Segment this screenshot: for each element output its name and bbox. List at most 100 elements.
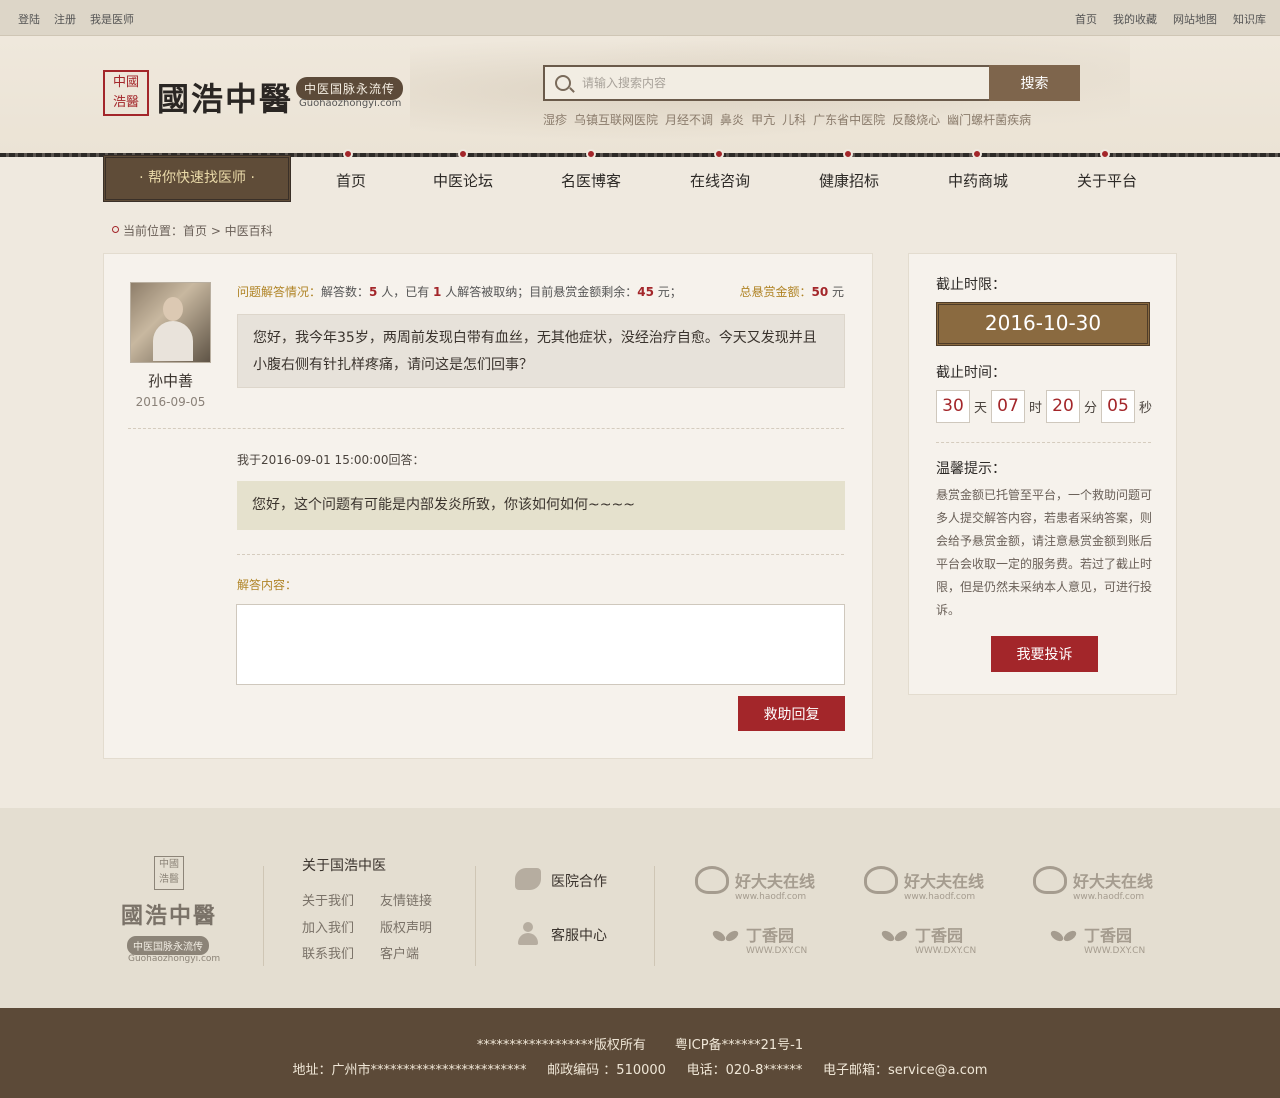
dxy-logo-icon	[712, 924, 740, 948]
nav-dot	[586, 149, 596, 159]
total-reward: 总悬赏金额：50 元	[739, 285, 844, 299]
avatar[interactable]	[130, 282, 211, 363]
partner-dxy[interactable]: 丁香园 WWW.DXY.CN	[746, 922, 807, 956]
search-icon	[555, 75, 571, 91]
customer-service-icon	[515, 922, 541, 945]
answer-input[interactable]	[236, 604, 845, 685]
hot-word[interactable]: 儿科	[782, 111, 806, 128]
nav-item-shop[interactable]: 中药商城	[948, 170, 1008, 191]
hot-word[interactable]: 湿疹	[543, 111, 567, 128]
copyright-text: ******************版权所有 粤ICP备******21号-1	[476, 1038, 804, 1053]
footer-about-title: 关于国浩中医	[302, 858, 386, 874]
search-input[interactable]	[582, 71, 982, 95]
time-label: 截止时间：	[936, 365, 1006, 381]
logo-seal[interactable]: 中國 浩醫	[103, 70, 149, 116]
countdown: 30 天 07 时 20 分 05 秒	[936, 390, 1156, 423]
hot-word[interactable]: 鼻炎	[720, 111, 744, 128]
question-text: 您好，我今年35岁，两周前发现白带有血丝，无其他症状，没经治疗自愈。今天又发现并…	[237, 314, 845, 388]
nav-item-home[interactable]: 首页	[336, 170, 366, 191]
handshake-icon	[515, 868, 541, 890]
remaining-reward: 45	[637, 285, 654, 299]
footer-brand: 國浩中醫	[121, 903, 218, 929]
countdown-minutes: 20	[1046, 390, 1080, 423]
footer-link-join[interactable]: 加入我们	[302, 917, 354, 936]
footer-link-about[interactable]: 关于我们	[302, 890, 354, 909]
partner-haodf[interactable]: 好大夫在线 www.haodf.com	[904, 868, 984, 902]
partner-dxy[interactable]: 丁香园 WWW.DXY.CN	[915, 922, 976, 956]
customer-service-link[interactable]: 客服中心	[551, 925, 607, 945]
logo-title[interactable]: 國浩中醫	[157, 74, 293, 120]
hot-word[interactable]: 幽门螺杆菌疾病	[947, 111, 1031, 128]
footer-domain: Guohaozhongyi.com	[128, 954, 221, 964]
answer-text: 您好，这个问题有可能是内部发炎所致，你该如何如何~~~~	[237, 481, 845, 530]
partner-haodf[interactable]: 好大夫在线 www.haodf.com	[735, 868, 815, 902]
doctor-link[interactable]: 我是医师	[90, 11, 134, 27]
hot-word[interactable]: 广东省中医院	[813, 111, 885, 128]
home-link[interactable]: 首页	[1075, 11, 1097, 27]
nav-dot	[343, 149, 353, 159]
countdown-days: 30	[936, 390, 970, 423]
contact-info: 地址：广州市************************ 邮政编码 ：510…	[292, 1063, 988, 1078]
sitemap-link[interactable]: 网站地图	[1173, 11, 1217, 27]
footer-link-friends[interactable]: 友情链接	[380, 890, 432, 909]
nav-dot	[1100, 149, 1110, 159]
nav-dot	[714, 149, 724, 159]
logo-domain: Guohaozhongyi.com	[299, 98, 402, 109]
haodf-logo-icon	[1033, 866, 1067, 894]
answer-status: 问题解答情况：解答数：5 人，已有 1 人解答被取纳；目前悬赏金额剩余：45 元…	[237, 285, 844, 299]
footer-divider	[654, 866, 655, 966]
dxy-logo-icon	[1050, 924, 1078, 948]
hot-word[interactable]: 乌镇互联网医院	[574, 111, 658, 128]
dxy-logo-icon	[881, 924, 909, 948]
haodf-logo-icon	[695, 866, 729, 894]
footer: 中國 浩醫 國浩中醫 中医国脉永流传 Guohaozhongyi.com 关于国…	[0, 808, 1280, 1008]
footer-divider	[263, 866, 264, 966]
nav-item-forum[interactable]: 中医论坛	[433, 170, 493, 191]
footer-divider	[475, 866, 476, 966]
question-panel: 孙中善 2016-09-05 问题解答情况：解答数：5 人，已有 1 人解答被取…	[103, 253, 873, 759]
register-link[interactable]: 注册	[54, 11, 76, 27]
hot-words: 湿疹 乌镇互联网医院 月经不调 鼻炎 甲亢 儿科 广东省中医院 反酸烧心 幽门螺…	[543, 111, 1031, 128]
search-button[interactable]: 搜索	[989, 65, 1080, 101]
nav-item-about[interactable]: 关于平台	[1077, 170, 1137, 191]
tip-label: 温馨提示：	[936, 461, 1006, 477]
footer-link-contact[interactable]: 联系我们	[302, 943, 354, 962]
partner-haodf[interactable]: 好大夫在线 www.haodf.com	[1073, 868, 1153, 902]
answer-meta: 我于2016-09-01 15:00:00回答：	[237, 453, 425, 467]
nav-item-blog[interactable]: 名医博客	[561, 170, 621, 191]
hot-word[interactable]: 甲亢	[751, 111, 775, 128]
complain-button[interactable]: 我要投诉	[991, 636, 1098, 672]
partner-dxy[interactable]: 丁香园 WWW.DXY.CN	[1084, 922, 1145, 956]
deadline-panel: 截止时限： 2016-10-30 截止时间： 30 天 07 时 20 分 05…	[908, 253, 1177, 695]
hospital-cooperation-link[interactable]: 医院合作	[551, 871, 607, 891]
haodf-logo-icon	[864, 866, 898, 894]
tip-text: 悬赏金额已托管至平台，一个救助问题可多人提交解答内容，若患者采纳答案，则会给予悬…	[936, 488, 1153, 617]
footer-link-client[interactable]: 客户端	[380, 943, 419, 962]
divider	[128, 428, 844, 429]
nav-dot	[458, 149, 468, 159]
header: 中國 浩醫 國浩中醫 中医国脉永流传 Guohaozhongyi.com 搜索 …	[0, 36, 1280, 154]
favorites-link[interactable]: 我的收藏	[1113, 11, 1157, 27]
footer-logo-seal: 中國 浩醫	[154, 856, 184, 890]
divider	[237, 554, 844, 555]
breadcrumb: 当前位置：首页 > 中医百科	[112, 222, 273, 239]
top-bar: 登陆 注册 我是医师 首页 我的收藏 网站地图 知识库	[0, 0, 1280, 36]
nav-dot	[972, 149, 982, 159]
nav-item-consult[interactable]: 在线咨询	[690, 170, 750, 191]
answer-content-label: 解答内容：	[237, 578, 298, 592]
nav-dot	[843, 149, 853, 159]
login-link[interactable]: 登陆	[18, 11, 40, 27]
nav-item-tender[interactable]: 健康招标	[819, 170, 879, 191]
asker-name[interactable]: 孙中善	[130, 370, 211, 391]
hot-word[interactable]: 反酸烧心	[892, 111, 940, 128]
reply-button[interactable]: 救助回复	[738, 696, 845, 731]
knowledge-link[interactable]: 知识库	[1233, 11, 1266, 27]
find-doctor-button[interactable]: · 帮你快速找医师 ·	[103, 155, 291, 202]
deadline-label: 截止时限：	[936, 277, 1006, 293]
footer-tagline: 中医国脉永流传	[127, 936, 209, 955]
hot-word[interactable]: 月经不调	[665, 111, 713, 128]
question-date: 2016-09-05	[135, 395, 206, 409]
deadline-date: 2016-10-30	[936, 302, 1150, 346]
divider	[936, 442, 1151, 443]
footer-link-copyright[interactable]: 版权声明	[380, 917, 432, 936]
